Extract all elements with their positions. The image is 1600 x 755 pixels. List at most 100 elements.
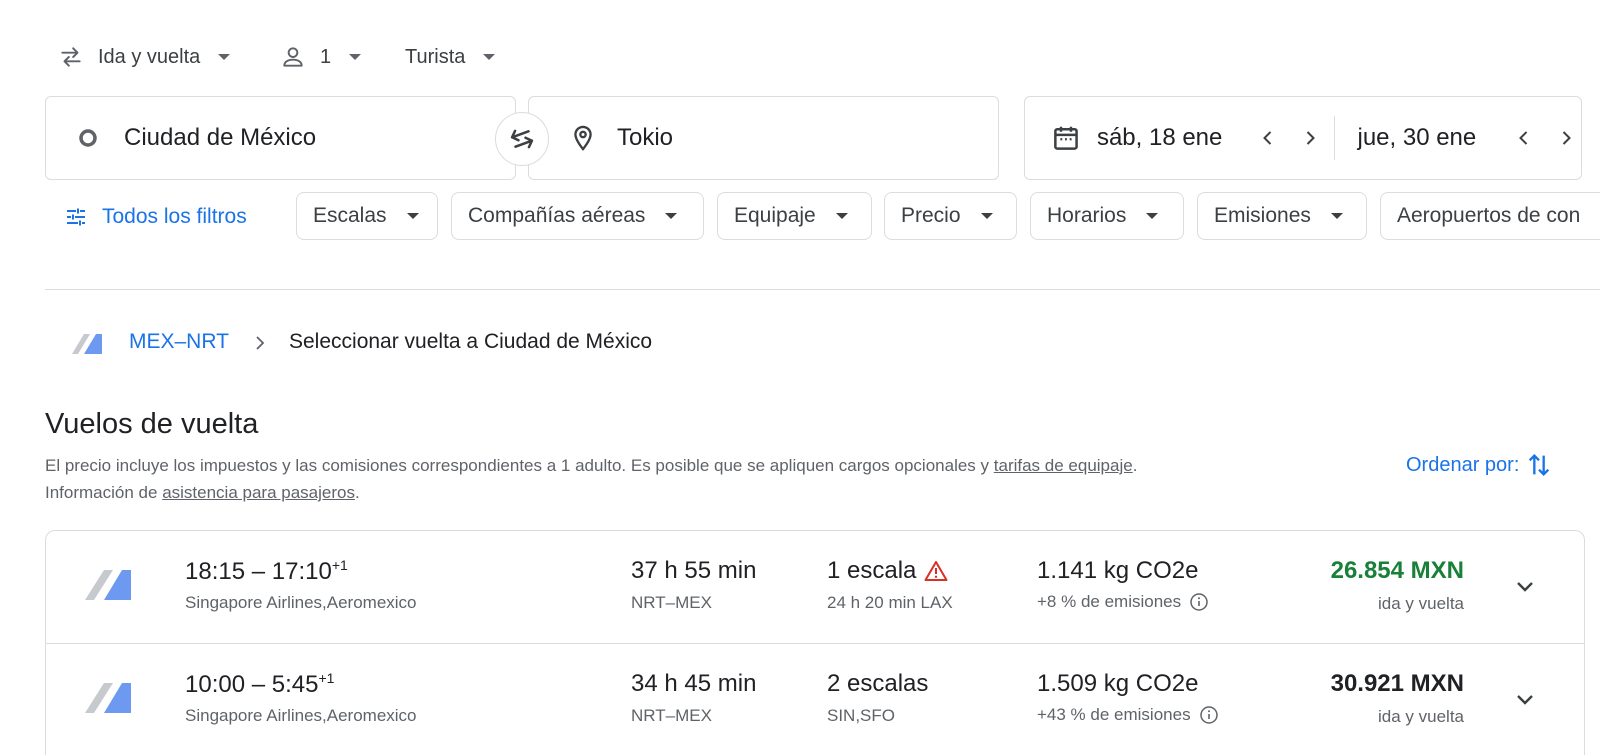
filter-chip-connecting-airports[interactable]: Aeropuertos de con	[1380, 192, 1600, 240]
chip-label: Horarios	[1047, 204, 1127, 227]
stops-text: 2 escalas	[827, 670, 929, 697]
filter-chip-price[interactable]: Precio	[884, 192, 1017, 240]
depart-next-button[interactable]	[1295, 123, 1325, 153]
page-title: Vuelos de vuelta	[45, 408, 259, 440]
flight-row[interactable]: 18:15 – 17:10+1 Singapore Airlines,Aerom…	[46, 531, 1584, 644]
origin-circle-icon	[79, 129, 97, 147]
emissions: 1.509 kg CO2e	[1037, 670, 1199, 697]
price-note: ida y vuelta	[1378, 707, 1464, 726]
trip-type-label: Ida y vuelta	[98, 45, 201, 68]
info-icon[interactable]	[1189, 592, 1209, 612]
flight-times: 18:15 – 17:10+1	[185, 557, 348, 586]
chevron-right-icon	[1306, 131, 1315, 145]
chevron-right-icon	[1562, 131, 1571, 145]
caret-down-icon	[349, 54, 362, 60]
destination-field[interactable]: Tokio	[528, 96, 999, 180]
caret-down-icon	[218, 54, 231, 60]
note-text: El precio incluye los impuestos y las co…	[45, 456, 994, 475]
chevron-down-icon	[1517, 582, 1533, 592]
depart-prev-button[interactable]	[1253, 123, 1283, 153]
destination-value: Tokio	[617, 124, 674, 151]
caret-down-icon	[1146, 213, 1159, 219]
dates-field[interactable]: sáb, 18 ene jue, 30 ene	[1024, 96, 1582, 180]
return-next-button[interactable]	[1551, 123, 1581, 153]
emissions-detail-text: +43 % de emisiones	[1037, 705, 1191, 724]
chip-label: Escalas	[313, 204, 387, 227]
stops: 2 escalas	[827, 670, 928, 698]
note-text: .	[1132, 456, 1138, 475]
chevron-left-icon	[1519, 131, 1528, 145]
trip-type-select[interactable]: Ida y vuelta	[58, 40, 231, 74]
all-filters-label: Todos los filtros	[102, 205, 247, 228]
price: 26.854 MXN	[1330, 557, 1464, 584]
depart-date[interactable]: sáb, 18 ene	[1097, 124, 1247, 152]
emissions-detail-text: +8 % de emisiones	[1037, 592, 1182, 611]
emissions: 1.141 kg CO2e	[1037, 557, 1199, 584]
baggage-fees-link[interactable]: tarifas de equipaje	[994, 456, 1133, 475]
breadcrumb-outbound-link[interactable]: MEX–NRT	[129, 330, 229, 354]
filter-chip-emissions[interactable]: Emisiones	[1197, 192, 1367, 240]
person-icon	[283, 47, 303, 67]
swap-locations-button[interactable]	[495, 112, 549, 166]
info-icon[interactable]	[1199, 705, 1219, 725]
filter-chip-times[interactable]: Horarios	[1030, 192, 1184, 240]
date-divider	[1334, 116, 1336, 160]
flight-row[interactable]: 10:00 – 5:45+1 Singapore Airlines,Aerome…	[46, 643, 1584, 755]
filter-chip-stops[interactable]: Escalas	[296, 192, 438, 240]
tune-icon	[67, 208, 85, 226]
flight-times: 10:00 – 5:45+1	[185, 670, 334, 699]
airlines: Singapore Airlines,Aeromexico	[185, 593, 417, 612]
duration: 34 h 45 min	[631, 670, 757, 697]
chip-label: Compañías aéreas	[468, 204, 646, 227]
airline-logo-icon	[85, 683, 131, 713]
calendar-icon	[1054, 126, 1078, 150]
expand-button[interactable]	[1508, 569, 1542, 603]
price-disclaimer: El precio incluye los impuestos y las co…	[45, 452, 1315, 506]
route: NRT–MEX	[631, 706, 712, 725]
location-pin-icon	[574, 125, 592, 151]
airline-logo-icon	[72, 334, 102, 354]
origin-field[interactable]: Ciudad de México	[45, 96, 516, 180]
return-date[interactable]: jue, 30 ene	[1357, 124, 1507, 152]
airline-logo-icon	[85, 570, 131, 600]
origin-value: Ciudad de México	[124, 124, 317, 151]
chevron-right-icon	[256, 336, 265, 350]
sort-button[interactable]: Ordenar por:	[1406, 450, 1553, 480]
duration: 37 h 55 min	[631, 557, 757, 584]
filter-chip-baggage[interactable]: Equipaje	[717, 192, 872, 240]
day-offset: +1	[318, 670, 335, 686]
emissions-detail: +43 % de emisiones	[1037, 705, 1219, 725]
stop-detail: 24 h 20 min LAX	[827, 593, 953, 612]
emissions-detail: +8 % de emisiones	[1037, 592, 1209, 612]
breadcrumb-current: Seleccionar vuelta a Ciudad de México	[289, 330, 653, 353]
stop-detail: SIN,SFO	[827, 706, 896, 725]
passenger-assistance-link[interactable]: asistencia para pasajeros	[162, 483, 355, 502]
warning-icon	[924, 561, 948, 581]
swap-arrows-icon	[61, 47, 81, 67]
cabin-class-label: Turista	[405, 45, 466, 68]
price-note: ida y vuelta	[1378, 594, 1464, 613]
chevron-left-icon	[1262, 131, 1271, 145]
sort-label: Ordenar por:	[1406, 453, 1520, 476]
return-prev-button[interactable]	[1509, 123, 1539, 153]
passengers-count: 1	[320, 45, 332, 68]
note-text: Información de	[45, 483, 163, 502]
filter-chip-airlines[interactable]: Compañías aéreas	[451, 192, 704, 240]
all-filters-button[interactable]: Todos los filtros	[64, 200, 247, 234]
expand-button[interactable]	[1508, 682, 1542, 716]
cabin-class-select[interactable]: Turista	[405, 40, 496, 74]
swap-icon	[510, 129, 534, 149]
chevron-down-icon	[1517, 695, 1533, 705]
sort-icon	[1529, 454, 1550, 476]
results-list: 18:15 – 17:10+1 Singapore Airlines,Aerom…	[45, 530, 1585, 755]
times-text: 10:00 – 5:45	[185, 671, 319, 698]
day-offset: +1	[331, 557, 348, 573]
passengers-select[interactable]: 1	[280, 40, 362, 74]
chip-label: Equipaje	[734, 204, 816, 227]
caret-down-icon	[665, 213, 678, 219]
price: 30.921 MXN	[1330, 670, 1464, 697]
note-text: .	[354, 483, 360, 502]
section-divider	[45, 289, 1600, 290]
stops: 1 escala	[827, 557, 948, 585]
chip-label: Emisiones	[1214, 204, 1311, 227]
